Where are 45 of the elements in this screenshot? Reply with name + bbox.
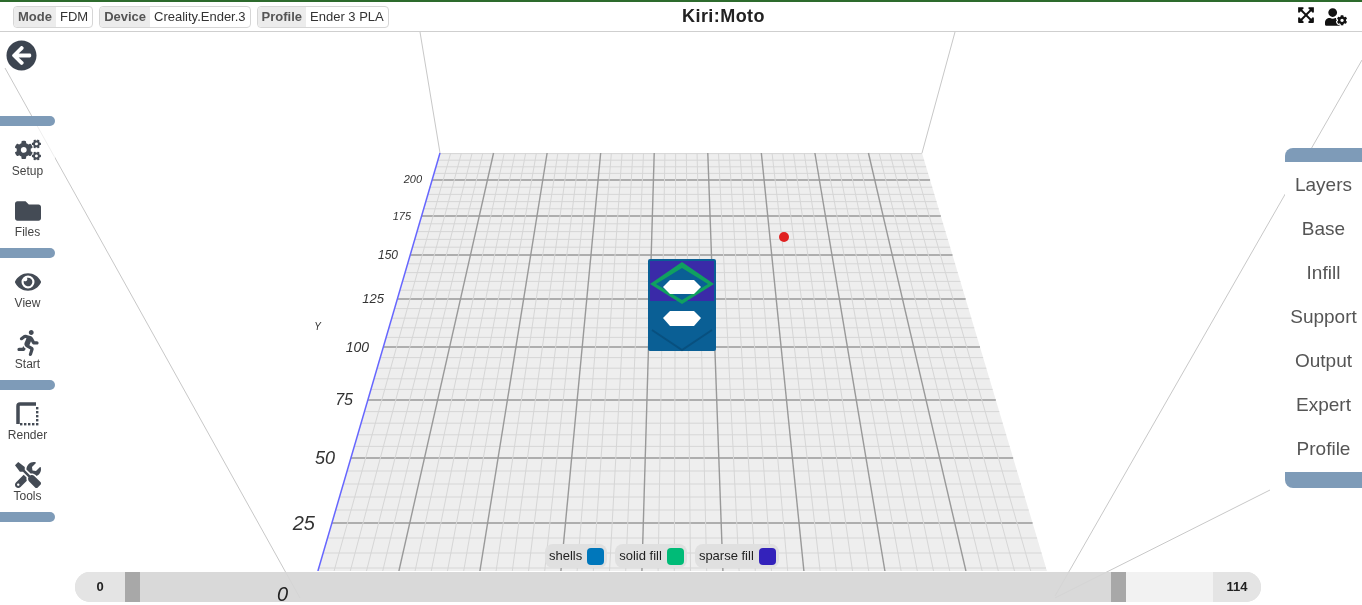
axis-tick-label: 25 — [292, 512, 315, 534]
menu-group-bar — [0, 248, 55, 258]
field-label: Device — [100, 6, 151, 27]
selector-field[interactable]: Profile Ender 3 PLA — [256, 5, 389, 28]
fullscreen-icon[interactable] — [1297, 5, 1315, 24]
slider-handle[interactable] — [125, 572, 140, 602]
marker-dot — [779, 232, 789, 242]
settings-menu-item[interactable]: Support — [1285, 295, 1362, 339]
app-title: Kiri:Moto — [682, 5, 765, 28]
legend-label: sparse fill — [698, 547, 754, 566]
axis-tick-label: 175 — [392, 210, 411, 222]
field-label: Mode — [14, 6, 56, 27]
settings-menu-item[interactable]: Expert — [1285, 383, 1362, 427]
settings-menu-item[interactable]: Infill — [1285, 251, 1362, 295]
field-value: FDM — [58, 7, 90, 26]
slider-end-label: 114 — [1213, 572, 1261, 602]
user-settings-icon[interactable] — [1325, 5, 1347, 28]
axis-tick-label: 75 — [335, 391, 353, 408]
selector-field[interactable]: Device Creality.Ender.3 — [99, 5, 251, 28]
axis-tick-label: 150 — [377, 248, 398, 262]
axis-tick-label: 0 — [277, 584, 289, 604]
legend-label: solid fill — [619, 547, 662, 566]
slider-start-label: 0 — [75, 572, 125, 602]
axis-tick-label: 200 — [403, 173, 422, 185]
settings-menu-item[interactable]: Profile — [1285, 427, 1362, 471]
axis-tick-label: 50 — [314, 448, 335, 468]
slider-handle[interactable] — [1110, 572, 1126, 602]
menu-group-bar — [0, 116, 55, 126]
back-icon[interactable] — [6, 40, 37, 71]
menu-group-bar — [0, 512, 55, 522]
axis-tick-label: 125 — [362, 291, 384, 306]
selector-field[interactable]: Mode FDM — [13, 5, 94, 28]
field-label: Profile — [257, 6, 307, 27]
running-person-icon — [14, 329, 41, 356]
settings-menu-item[interactable]: Output — [1285, 339, 1362, 383]
legend-label: shells — [549, 547, 583, 566]
frame-icon — [14, 400, 41, 427]
settings-menu-item[interactable]: Layers — [1285, 163, 1362, 207]
field-value: Ender 3 PLA — [309, 7, 385, 26]
tools-icon — [14, 461, 41, 488]
menu-group-bar — [0, 380, 55, 390]
axis-tick-label: 100 — [345, 339, 369, 355]
axis-label: Y — [314, 321, 321, 332]
field-value: Creality.Ender.3 — [153, 7, 247, 26]
settings-menu-item[interactable]: Base — [1285, 207, 1362, 251]
